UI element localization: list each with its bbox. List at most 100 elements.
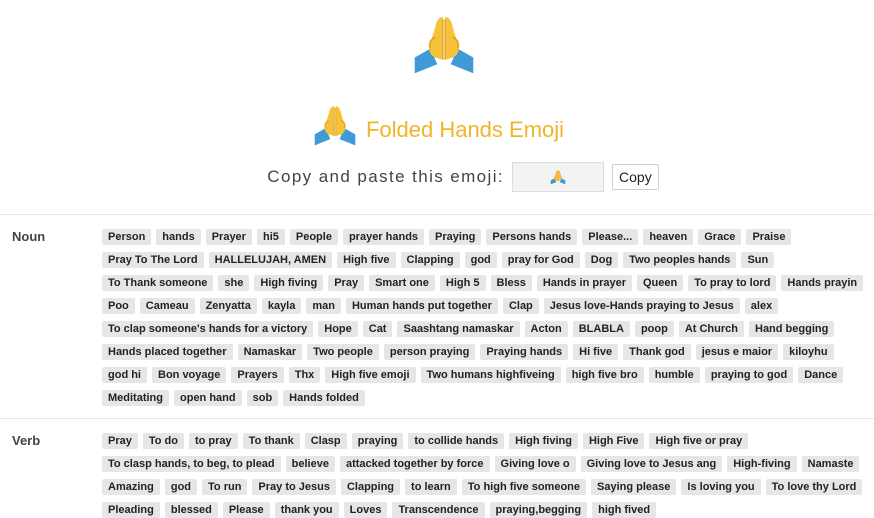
noun-tag[interactable]: Praise (746, 229, 792, 245)
verb-tag[interactable]: Please (222, 502, 270, 518)
noun-tag[interactable]: heaven (643, 229, 694, 245)
noun-tag[interactable]: prayer hands (342, 229, 425, 245)
noun-tag[interactable]: Prayer (205, 229, 252, 245)
verb-tag[interactable]: To do (142, 433, 184, 449)
verb-tag[interactable]: Is loving you (681, 479, 761, 495)
verb-tag[interactable]: to learn (405, 479, 457, 495)
noun-tag[interactable]: Pray (328, 275, 365, 291)
verb-tag[interactable]: god (164, 479, 198, 495)
noun-tag[interactable]: Poo (102, 298, 135, 314)
noun-tag[interactable]: Human hands put together (345, 298, 498, 314)
verb-tag[interactable]: to pray (188, 433, 238, 449)
verb-tag[interactable]: Saying please (591, 479, 677, 495)
noun-tag[interactable]: Two peoples hands (623, 252, 737, 268)
verb-tag[interactable]: Transcendence (392, 502, 485, 518)
verb-tag[interactable]: Clapping (340, 479, 401, 495)
noun-tag[interactable]: person praying (383, 344, 476, 360)
noun-tag[interactable]: sob (246, 390, 279, 406)
noun-tag[interactable]: Namaskar (237, 344, 303, 360)
noun-tag[interactable]: Hands folded (283, 390, 365, 406)
noun-tag[interactable]: Thank god (623, 344, 691, 360)
verb-tag[interactable]: to collide hands (408, 433, 505, 449)
noun-tag[interactable]: Persons hands (486, 229, 578, 245)
verb-tag[interactable]: High-fiving (727, 456, 797, 472)
noun-tag[interactable]: Queen (637, 275, 684, 291)
noun-tag[interactable]: high five bro (565, 367, 644, 383)
noun-tag[interactable]: Saashtang namaskar (397, 321, 520, 337)
noun-tag[interactable]: Jesus love-Hands praying to Jesus (543, 298, 740, 314)
noun-tag[interactable]: hi5 (256, 229, 285, 245)
verb-tag[interactable]: praying (351, 433, 404, 449)
verb-tag[interactable]: To love thy Lord (765, 479, 863, 495)
noun-tag[interactable]: Person (102, 229, 152, 245)
verb-tag[interactable]: blessed (164, 502, 218, 518)
noun-tag[interactable]: Praying (429, 229, 482, 245)
verb-tag[interactable]: Giving love to Jesus ang (580, 456, 723, 472)
noun-tag[interactable]: humble (648, 367, 700, 383)
noun-tag[interactable]: kayla (261, 298, 302, 314)
noun-tag[interactable]: Two people (307, 344, 379, 360)
noun-tag[interactable]: High five (337, 252, 396, 268)
noun-tag[interactable]: kiloyhu (783, 344, 834, 360)
noun-tag[interactable]: praying to god (704, 367, 794, 383)
noun-tag[interactable]: HALLELUJAH, AMEN (208, 252, 333, 268)
verb-tag[interactable]: High five or pray (649, 433, 749, 449)
noun-tag[interactable]: Thx (288, 367, 321, 383)
noun-tag[interactable]: Bless (490, 275, 532, 291)
verb-tag[interactable]: high fived (592, 502, 657, 518)
noun-tag[interactable]: pray for God (501, 252, 580, 268)
noun-tag[interactable]: Clapping (400, 252, 460, 268)
noun-tag[interactable]: Hope (318, 321, 358, 337)
noun-tag[interactable]: god hi (102, 367, 147, 383)
noun-tag[interactable]: Please... (582, 229, 639, 245)
verb-tag[interactable]: High Five (582, 433, 645, 449)
verb-tag[interactable]: attacked together by force (339, 456, 490, 472)
noun-tag[interactable]: Hands prayin (781, 275, 864, 291)
verb-tag[interactable]: High fiving (509, 433, 578, 449)
noun-tag[interactable]: poop (634, 321, 674, 337)
noun-tag[interactable]: To pray to lord (688, 275, 777, 291)
noun-tag[interactable]: open hand (174, 390, 242, 406)
verb-tag[interactable]: Namaste (801, 456, 860, 472)
verb-tag[interactable]: Clasp (304, 433, 347, 449)
noun-tag[interactable]: Pray To The Lord (102, 252, 204, 268)
noun-tag[interactable]: Cat (362, 321, 393, 337)
noun-tag[interactable]: Meditating (102, 390, 169, 406)
emoji-copy-field[interactable] (512, 162, 605, 192)
noun-tag[interactable]: Sun (741, 252, 775, 268)
verb-tag[interactable]: Giving love o (494, 456, 576, 472)
noun-tag[interactable]: alex (744, 298, 779, 314)
verb-tag[interactable]: Pray (102, 433, 138, 449)
noun-tag[interactable]: Hands in prayer (536, 275, 632, 291)
verb-tag[interactable]: Pray to Jesus (252, 479, 336, 495)
noun-tag[interactable]: hands (156, 229, 201, 245)
verb-tag[interactable]: believe (285, 456, 335, 472)
noun-tag[interactable]: Cameau (139, 298, 195, 314)
verb-tag[interactable]: Loves (343, 502, 388, 518)
noun-tag[interactable]: At Church (678, 321, 744, 337)
verb-tag[interactable]: To clasp hands, to beg, to plead (102, 456, 281, 472)
noun-tag[interactable]: Zenyatta (199, 298, 257, 314)
noun-tag[interactable]: BLABLA (572, 321, 630, 337)
noun-tag[interactable]: god (464, 252, 497, 268)
noun-tag[interactable]: Hi five (573, 344, 619, 360)
copy-button[interactable]: Copy (612, 164, 659, 190)
noun-tag[interactable]: Dance (798, 367, 844, 383)
verb-tag[interactable]: To high five someone (461, 479, 587, 495)
noun-tag[interactable]: High fiving (254, 275, 324, 291)
noun-tag[interactable]: Hands placed together (102, 344, 233, 360)
verb-tag[interactable]: praying,begging (489, 502, 588, 518)
noun-tag[interactable]: Prayers (231, 367, 284, 383)
noun-tag[interactable]: High five emoji (325, 367, 416, 383)
noun-tag[interactable]: Bon voyage (152, 367, 227, 383)
noun-tag[interactable]: People (289, 229, 338, 245)
noun-tag[interactable]: Praying hands (480, 344, 569, 360)
noun-tag[interactable]: To Thank someone (102, 275, 214, 291)
noun-tag[interactable]: High 5 (439, 275, 486, 291)
noun-tag[interactable]: Acton (524, 321, 568, 337)
noun-tag[interactable]: she (218, 275, 250, 291)
noun-tag[interactable]: Smart one (369, 275, 435, 291)
noun-tag[interactable]: Dog (584, 252, 619, 268)
verb-tag[interactable]: Amazing (102, 479, 160, 495)
noun-tag[interactable]: Hand begging (749, 321, 835, 337)
